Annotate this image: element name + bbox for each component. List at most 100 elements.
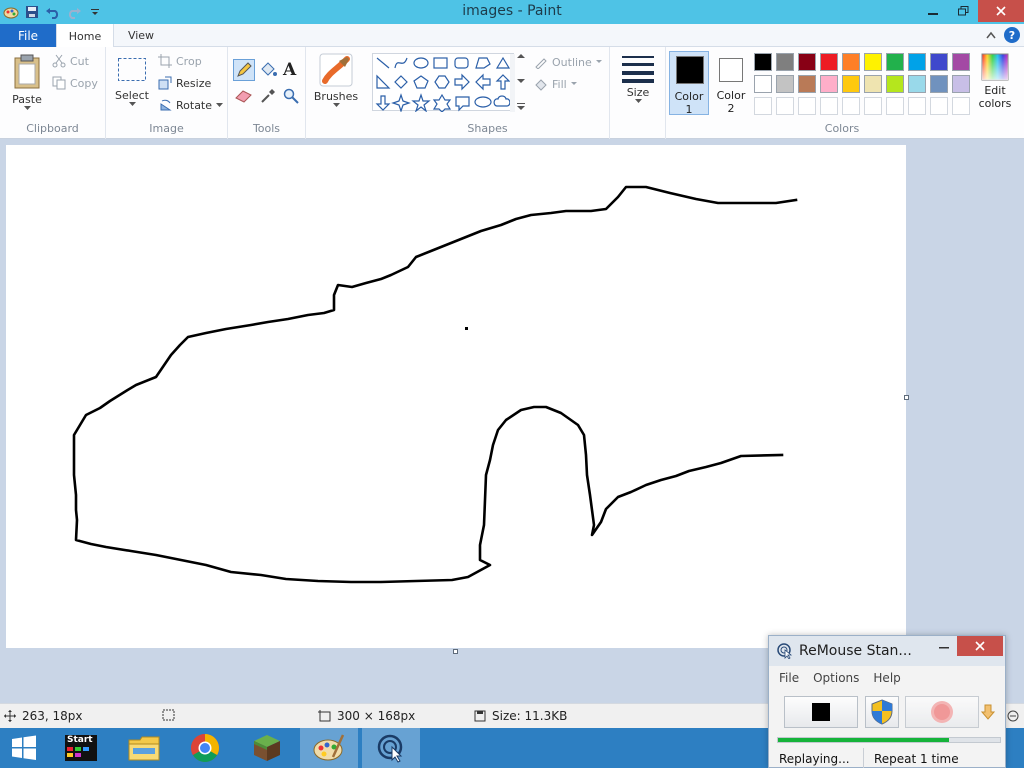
drawing-canvas[interactable] <box>6 145 906 648</box>
start-app-label: Start <box>67 735 93 745</box>
palette-empty-swatch[interactable] <box>754 97 772 115</box>
remouse-menu-file[interactable]: File <box>779 671 799 685</box>
remouse-progress-bar <box>777 737 1001 743</box>
crop-button[interactable]: Crop <box>158 54 202 68</box>
scissors-icon <box>52 54 66 68</box>
palette-color-swatch[interactable] <box>886 53 904 71</box>
remouse-stop-button[interactable] <box>784 696 858 728</box>
shapes-gallery[interactable] <box>372 53 515 113</box>
maximize-button[interactable] <box>948 0 978 22</box>
palette-empty-swatch[interactable] <box>886 97 904 115</box>
remouse-close-button[interactable] <box>957 636 1003 656</box>
rotate-button[interactable]: Rotate <box>158 98 224 112</box>
tab-home[interactable]: Home <box>56 24 114 48</box>
stop-icon <box>812 703 830 721</box>
palette-color-swatch[interactable] <box>754 53 772 71</box>
remouse-menu-help[interactable]: Help <box>873 671 900 685</box>
close-button[interactable] <box>978 0 1024 22</box>
taskbar-start-app[interactable]: Start <box>56 728 106 768</box>
palette-color-swatch[interactable] <box>798 53 816 71</box>
palette-color-swatch[interactable] <box>930 53 948 71</box>
outline-button[interactable]: Outline <box>534 55 602 69</box>
palette-color-swatch[interactable] <box>754 75 772 93</box>
pencil-tool[interactable] <box>233 59 255 81</box>
palette-color-swatch[interactable] <box>776 53 794 71</box>
right-arrow-shape-icon <box>454 73 470 91</box>
edit-colors-button[interactable]: Edit colors <box>978 53 1012 110</box>
scroll-down-icon[interactable] <box>517 78 525 84</box>
windows-start-button[interactable] <box>0 728 48 768</box>
zoom-out-icon[interactable] <box>1007 710 1019 725</box>
taskbar-chrome[interactable] <box>176 728 234 768</box>
tab-view[interactable]: View <box>114 24 168 47</box>
palette-color-swatch[interactable] <box>952 53 970 71</box>
cut-button[interactable]: Cut <box>52 54 89 68</box>
remouse-record-button[interactable] <box>905 696 979 728</box>
palette-empty-swatch[interactable] <box>952 97 970 115</box>
palette-color-swatch[interactable] <box>798 75 816 93</box>
gallery-expand-icon[interactable] <box>517 103 525 111</box>
resize-handle-right[interactable] <box>904 395 909 400</box>
taskbar-file-explorer[interactable] <box>116 728 172 768</box>
scroll-up-icon[interactable] <box>517 53 525 59</box>
remouse-title-bar: ReMouse Stan... <box>769 636 1005 666</box>
palette-color-swatch[interactable] <box>864 75 882 93</box>
paste-button[interactable]: Paste <box>8 53 46 111</box>
color2-button[interactable]: Color 2 <box>711 51 751 115</box>
drawing-strokes <box>72 185 798 584</box>
remouse-load-button[interactable] <box>979 696 997 728</box>
resize-handle-bottom[interactable] <box>453 649 458 654</box>
select-icon <box>118 58 146 81</box>
fill-button[interactable]: Fill <box>534 77 577 91</box>
remouse-menu-options[interactable]: Options <box>813 671 859 685</box>
remouse-minimize-button[interactable] <box>937 640 951 657</box>
palette-empty-swatch[interactable] <box>908 97 926 115</box>
palette-color-swatch[interactable] <box>864 53 882 71</box>
palette-color-swatch[interactable] <box>842 53 860 71</box>
magnifier-tool[interactable] <box>283 88 299 107</box>
select-button[interactable]: Select <box>114 57 150 107</box>
color1-button[interactable]: Color 1 <box>669 51 709 116</box>
text-tool[interactable]: A <box>283 60 296 80</box>
palette-color-swatch[interactable] <box>842 75 860 93</box>
help-icon[interactable]: ? <box>1004 27 1020 43</box>
color1-label: Color <box>674 90 704 103</box>
palette-color-swatch[interactable] <box>930 75 948 93</box>
palette-color-swatch[interactable] <box>908 53 926 71</box>
fill-icon <box>535 79 547 91</box>
eraser-tool[interactable] <box>235 89 253 106</box>
color-picker-tool[interactable] <box>260 88 276 107</box>
paint-bucket-icon <box>261 62 277 76</box>
palette-empty-swatch[interactable] <box>864 97 882 115</box>
palette-empty-swatch[interactable] <box>820 97 838 115</box>
taskbar-paint[interactable] <box>300 728 358 768</box>
outline-icon <box>535 58 547 69</box>
palette-color-swatch[interactable] <box>886 75 904 93</box>
palette-empty-swatch[interactable] <box>776 97 794 115</box>
palette-empty-swatch[interactable] <box>842 97 860 115</box>
palette-color-swatch[interactable] <box>820 53 838 71</box>
remouse-shield-button[interactable] <box>865 696 899 728</box>
palette-color-swatch[interactable] <box>820 75 838 93</box>
remouse-title-icon <box>777 643 793 659</box>
shapes-scroll[interactable] <box>515 53 527 111</box>
palette-color-swatch[interactable] <box>908 75 926 93</box>
tab-file[interactable]: File <box>0 24 56 47</box>
palette-empty-swatch[interactable] <box>798 97 816 115</box>
copy-button[interactable]: Copy <box>52 76 98 90</box>
size-button[interactable]: Size <box>618 53 658 104</box>
fill-tool[interactable] <box>259 61 277 82</box>
file-size-text: Size: 11.3KB <box>492 709 568 723</box>
brushes-button[interactable]: Brushes <box>314 53 358 108</box>
palette-color-swatch[interactable] <box>952 75 970 93</box>
color2-number: 2 <box>727 102 735 115</box>
resize-button[interactable]: Resize <box>158 76 211 90</box>
down-arrow-shape-icon <box>375 95 391 111</box>
collapse-ribbon-icon[interactable] <box>986 31 996 39</box>
palette-color-swatch[interactable] <box>776 75 794 93</box>
taskbar-remouse[interactable] <box>362 728 420 768</box>
minimize-button[interactable] <box>918 0 948 22</box>
paste-label: Paste <box>12 93 42 106</box>
taskbar-minecraft[interactable] <box>238 728 296 768</box>
palette-empty-swatch[interactable] <box>930 97 948 115</box>
